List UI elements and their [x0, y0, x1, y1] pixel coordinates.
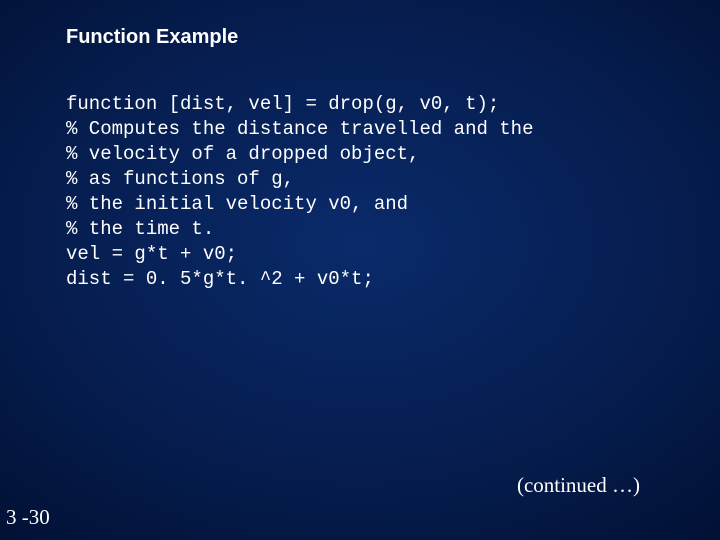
page-number: 3 -30 [6, 505, 50, 530]
code-block: function [dist, vel] = drop(g, v0, t); %… [66, 92, 533, 292]
slide-title: Function Example [66, 26, 238, 49]
continued-label: (continued …) [517, 473, 640, 498]
